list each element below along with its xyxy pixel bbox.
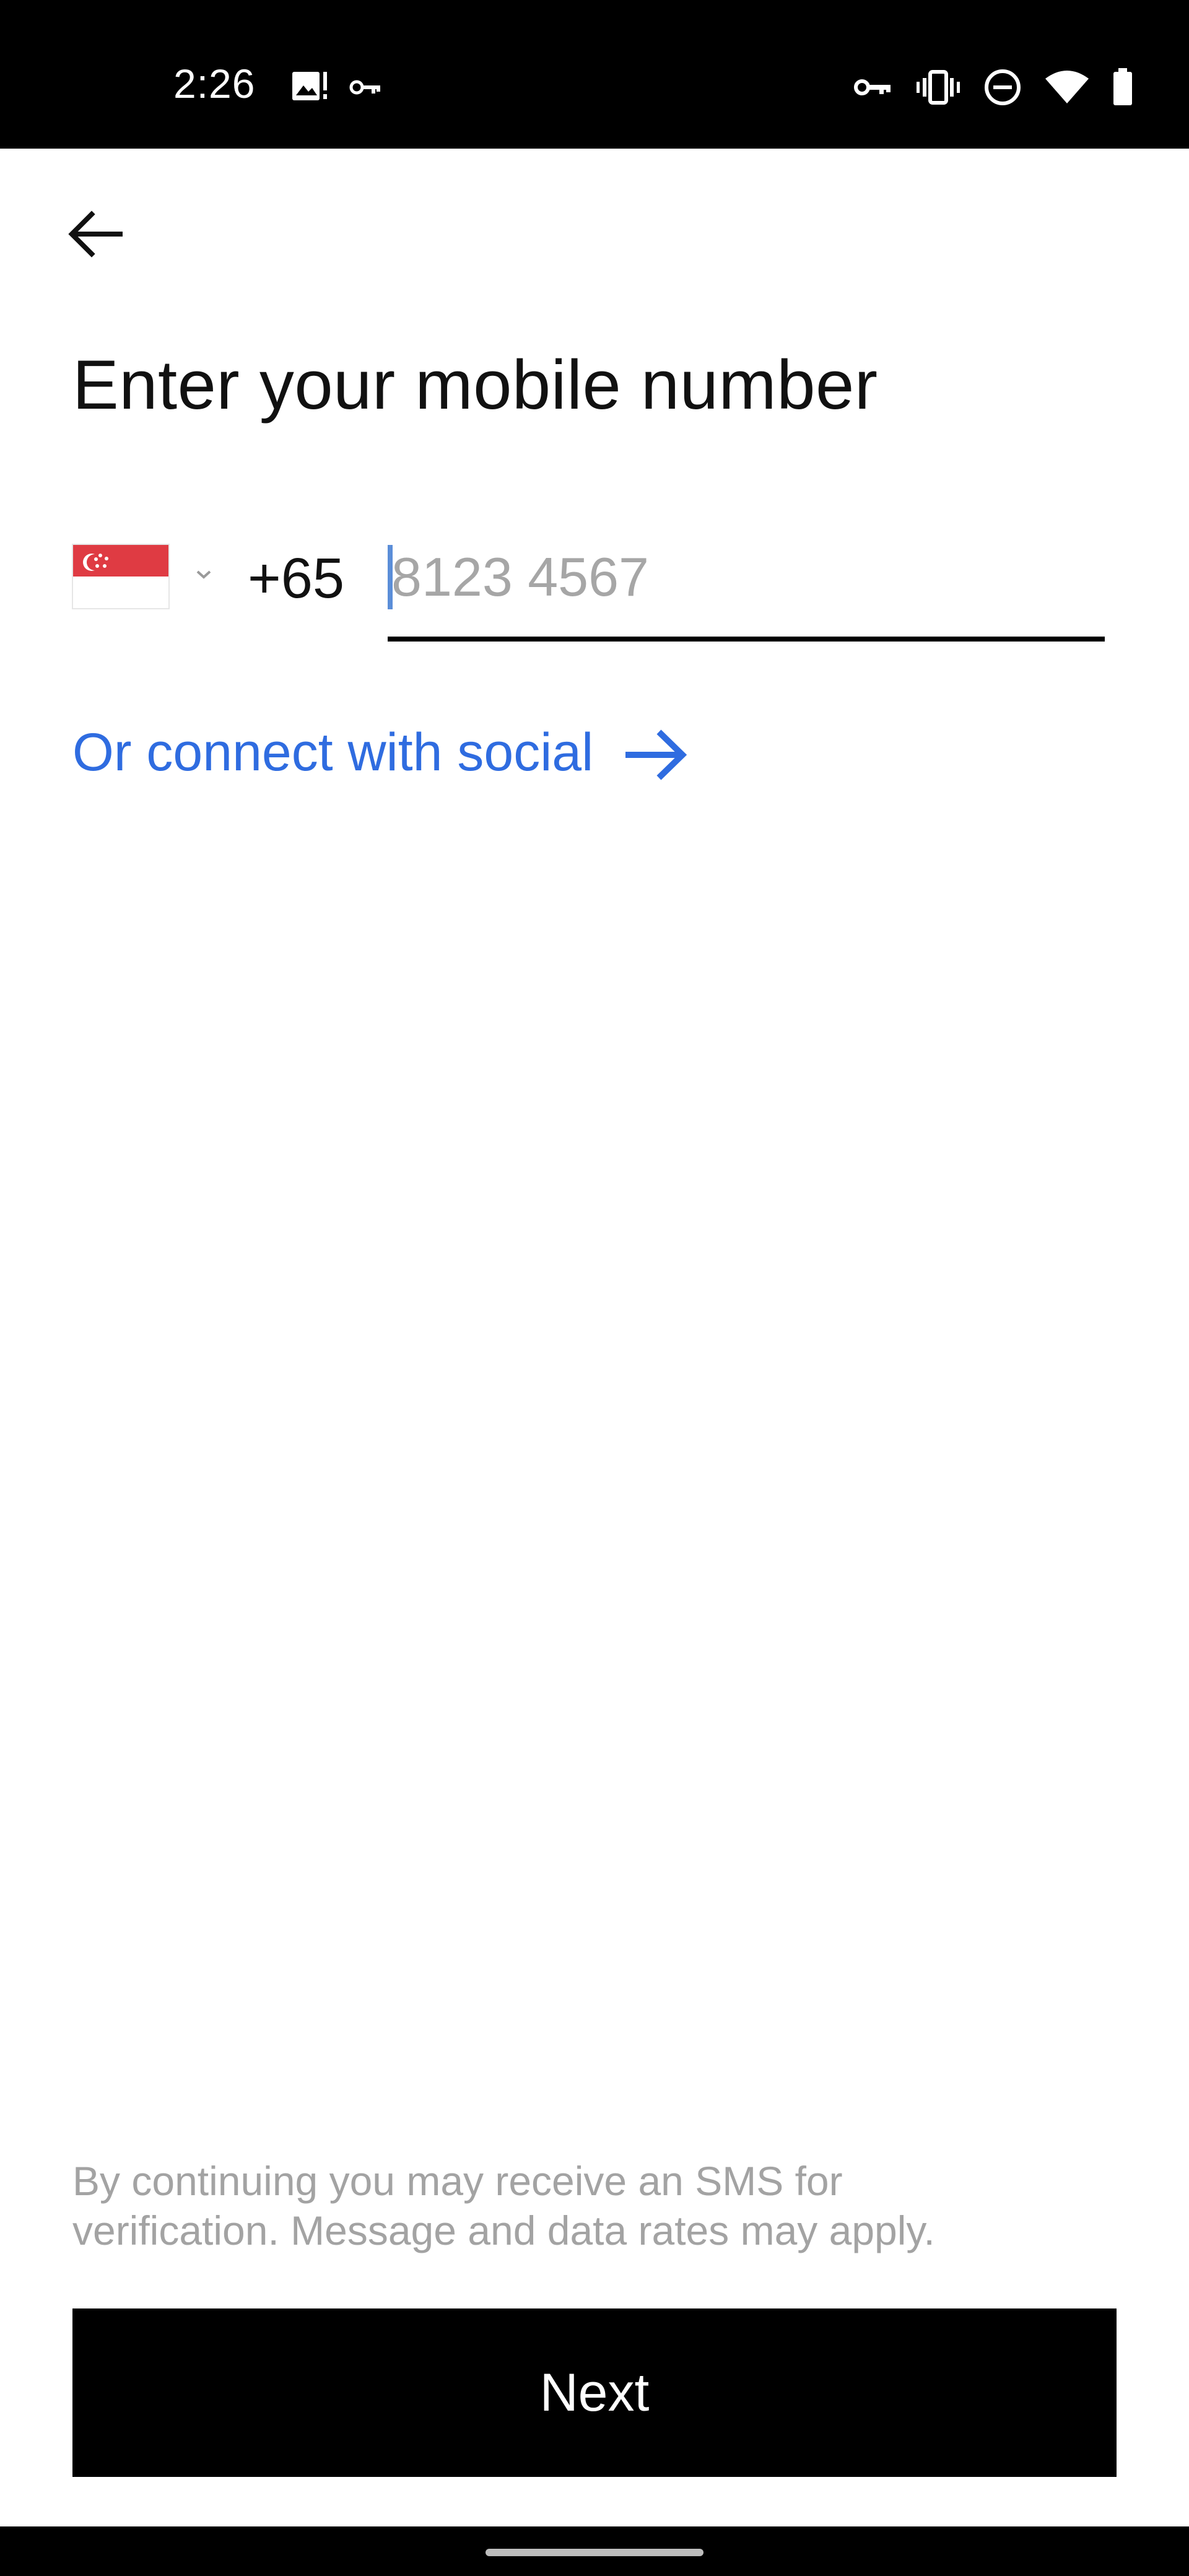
phone-input-underline <box>388 637 1105 642</box>
status-left-icons <box>291 69 383 105</box>
disclaimer-line-2: verification. Message and data rates may… <box>72 2208 935 2253</box>
sms-disclaimer: By continuing you may receive an SMS for… <box>72 2156 1125 2255</box>
connect-social-link[interactable]: Or connect with social <box>72 722 687 783</box>
arrow-left-icon <box>68 211 123 258</box>
next-button[interactable]: Next <box>72 2308 1117 2477</box>
arrow-right-icon <box>625 729 687 780</box>
home-indicator[interactable] <box>486 2549 703 2556</box>
disclaimer-line-1: By continuing you may receive an SMS for <box>72 2158 843 2204</box>
phone-input-container <box>388 539 1105 642</box>
country-picker[interactable] <box>72 542 212 611</box>
battery-icon <box>1112 68 1133 107</box>
status-right-icons <box>853 68 1133 107</box>
chevron-down-icon <box>196 570 211 579</box>
key-icon <box>349 77 383 98</box>
connect-social-label: Or connect with social <box>72 722 594 782</box>
do-not-disturb-icon <box>983 68 1022 107</box>
wifi-icon <box>1045 70 1089 105</box>
dial-code: +65 <box>248 547 345 610</box>
vibrate-icon <box>917 69 960 105</box>
text-caret <box>388 545 393 609</box>
status-bar: 2:26 <box>0 0 1189 149</box>
navigation-bar <box>0 2526 1189 2576</box>
status-time: 2:26 <box>173 61 256 107</box>
vpn-key-icon <box>853 76 893 99</box>
back-button[interactable] <box>67 197 154 271</box>
phone-number-input[interactable] <box>388 539 1105 616</box>
screen: 2:26 Enter your mobile number +65 8123 4… <box>0 0 1189 2576</box>
image-alert-icon <box>291 69 329 105</box>
page-title: Enter your mobile number <box>72 346 878 424</box>
singapore-flag-icon <box>72 544 170 609</box>
